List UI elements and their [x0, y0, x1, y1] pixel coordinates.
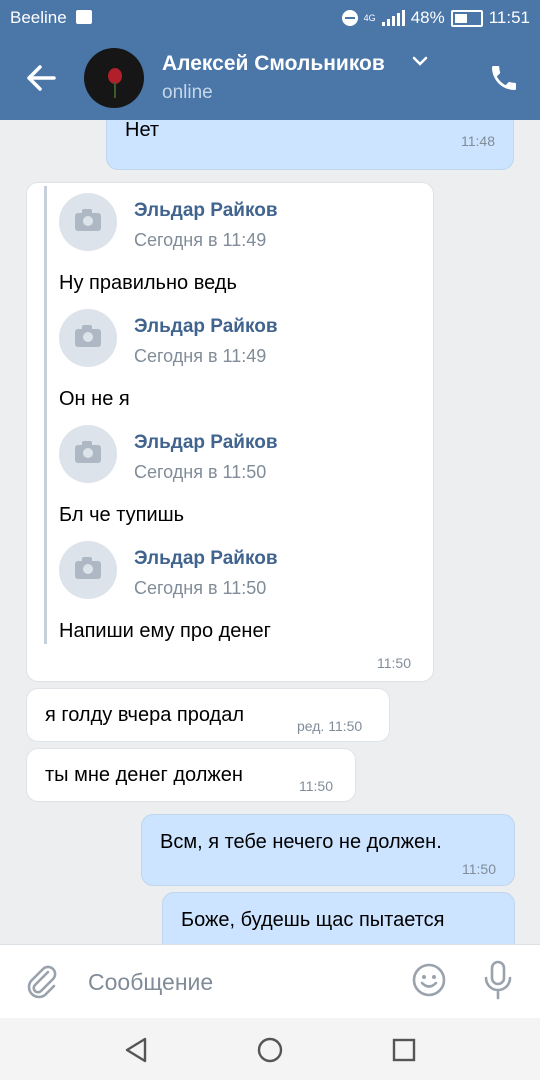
- forward-author-name[interactable]: Эльдар Райков: [134, 432, 278, 454]
- signal-icon: [381, 10, 405, 26]
- message-composer: [0, 944, 540, 1019]
- avatar[interactable]: [84, 48, 144, 108]
- microphone-icon[interactable]: [482, 959, 514, 1001]
- contact-name[interactable]: Алексей Смольников: [162, 52, 385, 76]
- carrier-name: Beeline: [10, 8, 67, 27]
- nav-back-icon[interactable]: [122, 1036, 150, 1064]
- phone-icon[interactable]: [488, 62, 520, 94]
- status-bar: Beeline 4G 48% 11:51: [0, 0, 540, 36]
- forward-text: Напиши ему про денег: [59, 620, 271, 642]
- forward-author-avatar: [59, 541, 117, 599]
- nav-recents-icon[interactable]: [392, 1038, 416, 1062]
- message-bubble-incoming[interactable]: я голду вчера продал ред. 11:50: [26, 688, 390, 742]
- network-type: 4G: [363, 12, 376, 23]
- message-list[interactable]: Нет 11:48 11:50 Эльдар Райков Сегодня в …: [0, 120, 540, 944]
- message-text: Нет: [125, 120, 160, 141]
- message-time: 11:50: [462, 861, 496, 877]
- message-text: Всм, я тебе нечего не должен.: [160, 831, 442, 853]
- message-input[interactable]: [86, 963, 390, 1001]
- forward-author-avatar: [59, 425, 117, 483]
- system-nav-bar: [0, 1018, 540, 1080]
- camera-icon: [75, 441, 101, 463]
- message-text: ты мне денег должен: [45, 764, 243, 786]
- contact-status: online: [162, 82, 213, 103]
- gallery-icon: [76, 10, 92, 24]
- battery-percent: 48%: [410, 8, 445, 27]
- message-text: Боже, будешь щас пытается: [181, 909, 445, 931]
- forward-author-name[interactable]: Эльдар Райков: [134, 316, 278, 338]
- message-time: ред. 11:50: [297, 718, 363, 734]
- forward-author-name[interactable]: Эльдар Райков: [134, 548, 278, 570]
- camera-icon: [75, 209, 101, 231]
- forward-date: Сегодня в 11:50: [134, 578, 267, 598]
- message-bubble-outgoing[interactable]: Нет 11:48: [106, 120, 514, 170]
- nav-home-icon[interactable]: [256, 1036, 284, 1064]
- camera-icon: [75, 325, 101, 347]
- forward-indicator-line: [44, 186, 47, 644]
- chat-header: Алексей Смольников online: [0, 36, 540, 120]
- camera-icon: [75, 557, 101, 579]
- forward-author-name[interactable]: Эльдар Райков: [134, 200, 278, 222]
- paperclip-icon[interactable]: [24, 963, 60, 999]
- forward-author-avatar: [59, 193, 117, 251]
- forward-date: Сегодня в 11:49: [134, 230, 267, 250]
- arrow-left-icon[interactable]: [24, 56, 60, 100]
- message-bubble-incoming[interactable]: ты мне денег должен 11:50: [26, 748, 356, 802]
- message-bubble-outgoing[interactable]: Всм, я тебе нечего не должен. 11:50: [141, 814, 515, 886]
- message-time: 11:48: [461, 133, 495, 149]
- chevron-down-icon[interactable]: [412, 54, 428, 72]
- status-icons: 4G 48% 11:51: [341, 8, 530, 28]
- forward-date: Сегодня в 11:50: [134, 462, 267, 482]
- forward-text: Ну правильно ведь: [59, 272, 237, 294]
- clock: 11:51: [488, 8, 530, 27]
- message-time: 11:50: [299, 778, 333, 794]
- do-not-disturb-icon: [341, 10, 358, 26]
- message-text: я голду вчера продал: [45, 704, 244, 726]
- message-bubble-outgoing[interactable]: Боже, будешь щас пытается: [162, 892, 515, 944]
- forward-author-avatar: [59, 309, 117, 367]
- forward-text: Он не я: [59, 388, 130, 410]
- forward-text: Бл че тупишь: [59, 504, 185, 526]
- forward-date: Сегодня в 11:49: [134, 346, 267, 366]
- battery-icon: [450, 9, 483, 27]
- smile-icon[interactable]: [412, 963, 446, 997]
- message-time: 11:50: [377, 655, 411, 671]
